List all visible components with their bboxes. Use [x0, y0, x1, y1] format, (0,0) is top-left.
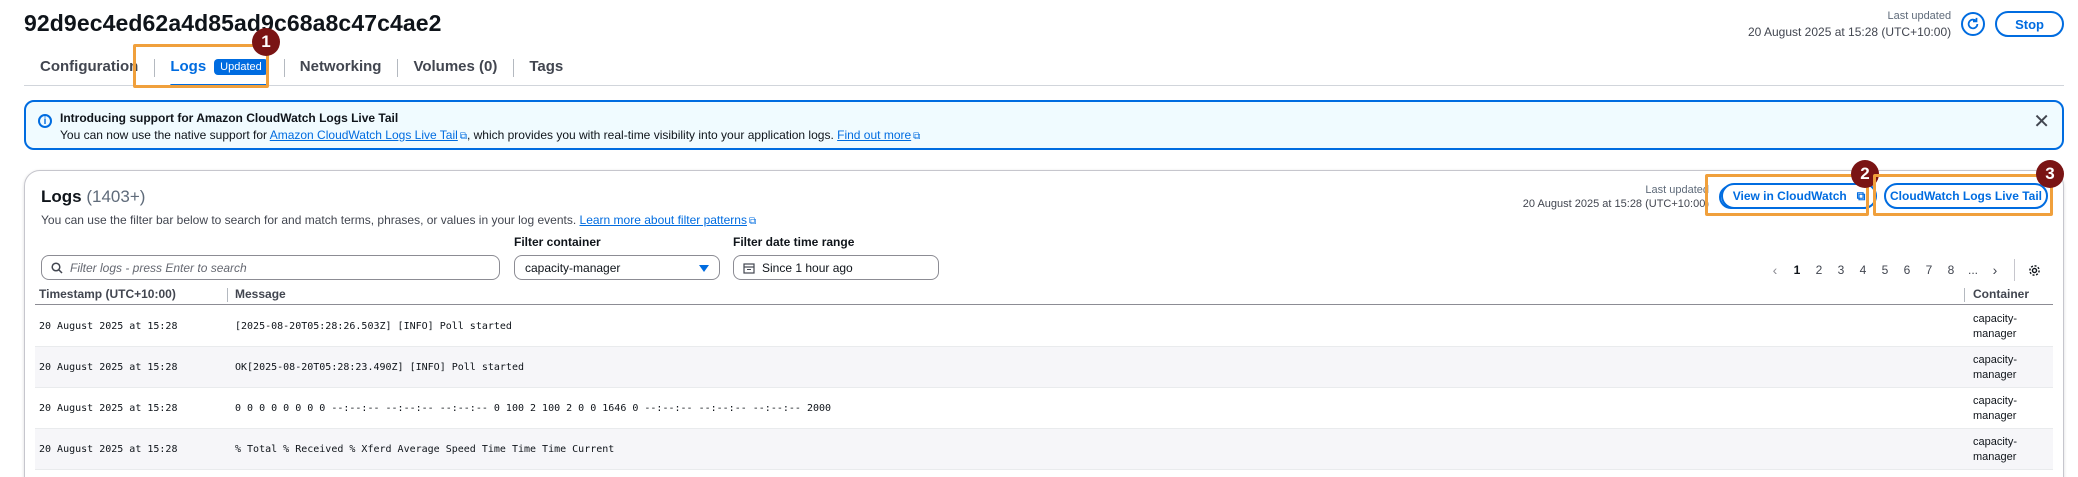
tab-volumes[interactable]: Volumes (0) [397, 48, 513, 86]
row-timestamp: 20 August 2025 at 15:28 [39, 403, 178, 414]
external-link-icon: ⧉ [913, 131, 921, 142]
logs-last-updated-value: 20 August 2025 at 15:28 (UTC+10:00) [1522, 198, 1709, 210]
banner-text-before: You can now use the native support for [60, 128, 270, 142]
learn-more-link[interactable]: Learn more about filter patterns [580, 213, 747, 227]
info-banner: i Introducing support for Amazon CloudWa… [24, 100, 2064, 150]
filter-container-label: Filter container [514, 235, 601, 249]
row-container: capacity-manager [1973, 436, 2018, 463]
banner-title: Introducing support for Amazon CloudWatc… [60, 111, 399, 125]
row-message: [2025-08-20T05:28:26.503Z] [INFO] Poll s… [235, 321, 512, 332]
page-7[interactable]: 7 [1918, 263, 1940, 277]
tab-label: Configuration [40, 58, 139, 75]
banner-text-middle: , which provides you with real-time visi… [466, 128, 838, 142]
tab-bar: Configuration Logs Updated Networking Vol… [24, 48, 2064, 87]
header-actions: Last updated 20 August 2025 at 15:28 (UT… [1748, 8, 2064, 40]
logs-title-text: Logs [41, 187, 82, 206]
page-1[interactable]: 1 [1786, 263, 1808, 277]
calendar-icon [743, 263, 755, 274]
column-resizer[interactable] [1964, 288, 1965, 302]
last-updated-label: Last updated [1887, 10, 1952, 22]
info-icon: i [38, 114, 52, 128]
annotation-badge-3: 3 [2036, 160, 2064, 188]
last-updated: Last updated 20 August 2025 at 15:28 (UT… [1748, 8, 1951, 40]
highlight-logs-tab [133, 44, 269, 88]
logs-title: Logs (1403+) [41, 187, 145, 207]
refresh-icon [1967, 17, 1979, 30]
previous-page-icon[interactable]: ‹ [1764, 262, 1786, 278]
tab-label: Tags [529, 58, 564, 75]
caret-down-icon [699, 265, 709, 272]
highlight-view-in-cloudwatch [1705, 174, 1869, 216]
logs-panel: Logs (1403+) You can use the filter bar … [24, 170, 2064, 477]
filter-logs-input[interactable]: Filter logs - press Enter to search [41, 255, 500, 280]
find-out-more-link[interactable]: Find out more [837, 128, 911, 142]
highlight-live-tail [1873, 174, 2053, 216]
row-message: 0 0 0 0 0 0 0 0 --:--:-- --:--:-- --:--:… [235, 403, 832, 414]
page-title: 92d9ec4ed62a4d85ad9c68a8c47c4ae2 [24, 10, 442, 36]
refresh-button[interactable] [1961, 12, 1986, 36]
tab-label: Networking [299, 58, 382, 75]
pager-divider [2014, 259, 2015, 281]
search-icon [51, 262, 63, 274]
annotation-badge-1: 1 [252, 28, 280, 56]
row-container: capacity-manager [1973, 313, 2018, 340]
row-message: OK[2025-08-20T05:28:23.490Z] [INFO] Poll… [235, 362, 524, 373]
table-row[interactable]: 20 August 2025 at 15:28 % Total % Receiv… [35, 429, 2053, 470]
page-3[interactable]: 3 [1830, 263, 1852, 277]
filter-container-select[interactable]: capacity-manager [514, 255, 720, 280]
table-row[interactable]: 20 August 2025 at 15:28 OK[2025-08-20T05… [35, 347, 2053, 388]
row-container: capacity-manager [1973, 354, 2018, 381]
row-timestamp: 20 August 2025 at 15:28 [39, 444, 178, 455]
settings-button[interactable] [2023, 264, 2045, 277]
logs-last-updated-label: Last updated [1645, 184, 1709, 196]
column-container[interactable]: Container [1973, 287, 2029, 301]
logs-description-text: You can use the filter bar below to sear… [41, 213, 580, 227]
page-6[interactable]: 6 [1896, 263, 1918, 277]
page-4[interactable]: 4 [1852, 263, 1874, 277]
table-row[interactable]: 20 August 2025 at 15:28 0 0 0 0 0 0 0 0 … [35, 388, 2053, 429]
stop-button[interactable]: Stop [1995, 11, 2064, 37]
live-tail-link[interactable]: Amazon CloudWatch Logs Live Tail [270, 128, 458, 142]
tab-tags[interactable]: Tags [513, 48, 579, 86]
filter-date-value: Since 1 hour ago [762, 260, 853, 275]
pagination: ‹ 1 2 3 4 5 6 7 8 ... › [1764, 259, 2045, 281]
page-2[interactable]: 2 [1808, 263, 1830, 277]
filter-placeholder: Filter logs - press Enter to search [70, 260, 247, 275]
close-icon[interactable]: ✕ [2033, 112, 2050, 132]
log-rows: 20 August 2025 at 15:28 [2025-08-20T05:2… [35, 306, 2053, 470]
banner-text: You can now use the native support for A… [60, 126, 2050, 146]
tab-networking[interactable]: Networking [283, 48, 398, 86]
page-ellipsis: ... [1967, 263, 1978, 277]
tab-label: Volumes (0) [413, 58, 498, 75]
logs-last-updated: Last updated 20 August 2025 at 15:28 (UT… [1523, 183, 1709, 211]
column-timestamp[interactable]: Timestamp (UTC+10:00) [39, 287, 176, 301]
filter-container-value: capacity-manager [525, 260, 621, 275]
row-container: capacity-manager [1973, 395, 2018, 422]
filter-date-label: Filter date time range [733, 235, 855, 249]
filter-date-range[interactable]: Since 1 hour ago [733, 255, 939, 280]
logs-count: (1403+) [86, 187, 146, 206]
row-timestamp: 20 August 2025 at 15:28 [39, 362, 178, 373]
logs-description: You can use the filter bar below to sear… [41, 213, 756, 227]
page-8[interactable]: 8 [1940, 263, 1962, 277]
column-message[interactable]: Message [235, 287, 286, 301]
column-resizer[interactable] [227, 288, 228, 302]
external-link-icon: ⧉ [748, 216, 757, 227]
next-page-icon[interactable]: › [1984, 262, 2006, 278]
table-header: Timestamp (UTC+10:00) Message Container [35, 285, 2053, 305]
external-link-icon: ⧉ [459, 131, 467, 142]
gear-icon [2028, 264, 2040, 276]
row-timestamp: 20 August 2025 at 15:28 [39, 321, 178, 332]
last-updated-value: 20 August 2025 at 15:28 (UTC+10:00) [1747, 25, 1952, 39]
page-5[interactable]: 5 [1874, 263, 1896, 277]
table-row[interactable]: 20 August 2025 at 15:28 [2025-08-20T05:2… [35, 306, 2053, 347]
row-message: % Total % Received % Xferd Average Speed… [235, 444, 615, 455]
